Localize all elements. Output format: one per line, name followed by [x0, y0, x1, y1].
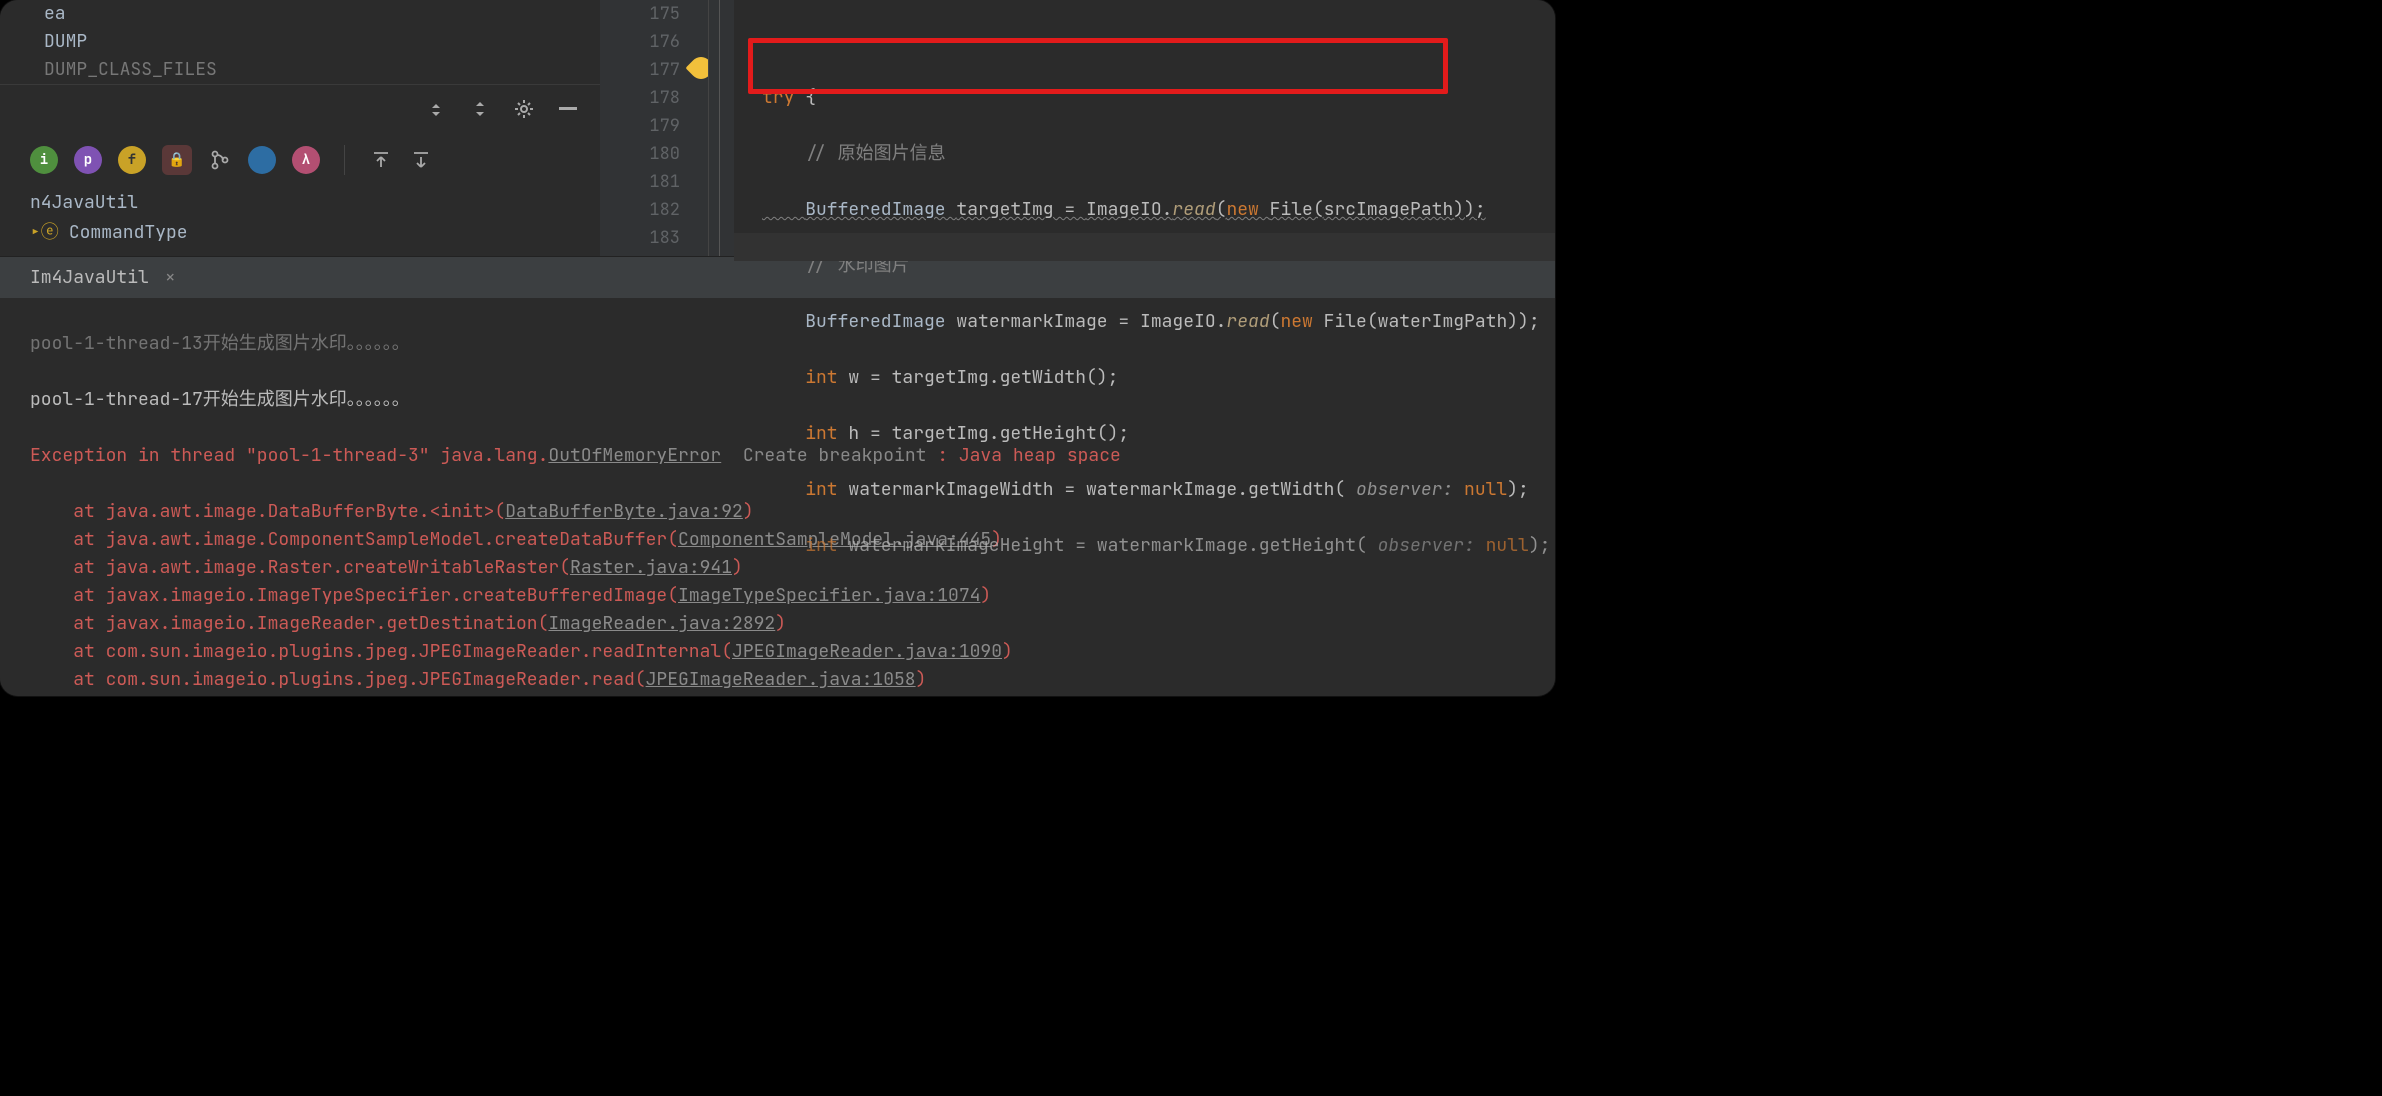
property-filter-icon[interactable]: p	[74, 146, 102, 174]
project-tree-top[interactable]: ea DUMP DUMP_CLASS_FILES	[0, 0, 600, 84]
expand-all-icon[interactable]	[424, 97, 448, 121]
highlight-box	[748, 38, 1448, 94]
structure-tree[interactable]: n4JavaUtil ▸ⓔCommandType	[0, 188, 600, 248]
comment: // 原始图片信息	[805, 142, 945, 165]
line-number: 179	[600, 112, 680, 140]
structure-item[interactable]: n4JavaUtil	[30, 188, 138, 218]
structure-toolbar	[0, 84, 600, 132]
line-number: 175	[600, 0, 680, 28]
lambda-icon[interactable]: λ	[292, 146, 320, 174]
line-number: 182	[600, 196, 680, 224]
upload-icon[interactable]	[369, 148, 393, 172]
line-number: 181	[600, 168, 680, 196]
field-filter-icon[interactable]: f	[118, 146, 146, 174]
structure-item[interactable]: CommandType	[69, 218, 188, 248]
separator	[344, 145, 345, 175]
line-number: 180	[600, 140, 680, 168]
download-icon[interactable]	[409, 148, 433, 172]
stack-frame: at javax.imageio.ImageIO.read(ImageIO.ja…	[30, 694, 1555, 696]
stack-frame: at com.sun.imageio.plugins.jpeg.JPEGImag…	[30, 666, 1555, 694]
fold-gutter	[708, 0, 734, 256]
close-icon[interactable]: ×	[165, 266, 176, 289]
source-link[interactable]: ImageReader.java:2892	[548, 612, 775, 635]
lock-icon[interactable]: 🔒	[162, 145, 192, 175]
minimize-icon[interactable]	[556, 97, 580, 121]
branch-icon[interactable]	[208, 148, 232, 172]
error-link[interactable]: OutOfMemoryError	[548, 444, 721, 467]
line-number: 183	[600, 224, 680, 252]
run-tab[interactable]: Im4JavaUtil ×	[30, 266, 176, 289]
interface-filter-icon[interactable]: i	[30, 146, 58, 174]
tab-label: Im4JavaUtil	[30, 266, 149, 289]
line-gutter: 175 176 177 178 179 180 181 182 183	[600, 0, 708, 256]
tree-item[interactable]: ea	[44, 0, 66, 28]
code-editor[interactable]: try { // 原始图片信息 BufferedImage targetImg …	[734, 0, 1555, 256]
source-link[interactable]: Raster.java:941	[570, 556, 732, 579]
stack-frame: at com.sun.imageio.plugins.jpeg.JPEGImag…	[30, 638, 1555, 666]
left-panel: ea DUMP DUMP_CLASS_FILES i p f 🔒 λ	[0, 0, 600, 256]
toolbar-badges: i p f 🔒 λ	[0, 132, 600, 188]
ide-window: ea DUMP DUMP_CLASS_FILES i p f 🔒 λ	[0, 0, 1555, 696]
circle-icon[interactable]	[248, 146, 276, 174]
tree-item[interactable]: DUMP_CLASS_FILES	[44, 56, 217, 84]
line-number: 178	[600, 84, 680, 112]
collapse-all-icon[interactable]	[468, 97, 492, 121]
source-link[interactable]: JPEGImageReader.java:1090	[732, 640, 1002, 663]
editor-area: ea DUMP DUMP_CLASS_FILES i p f 🔒 λ	[0, 0, 1555, 256]
tree-item[interactable]: DUMP	[44, 28, 87, 56]
source-link[interactable]: DataBufferByte.java:92	[505, 500, 743, 523]
line-number: 176	[600, 28, 680, 56]
source-link[interactable]: JPEGImageReader.java:1058	[646, 668, 916, 691]
current-line-highlight	[734, 233, 1555, 261]
gear-icon[interactable]	[512, 97, 536, 121]
stdout-line: pool-1-thread-13开始生成图片水印。。。。。。	[30, 330, 1555, 358]
line-number: 177	[600, 56, 680, 84]
